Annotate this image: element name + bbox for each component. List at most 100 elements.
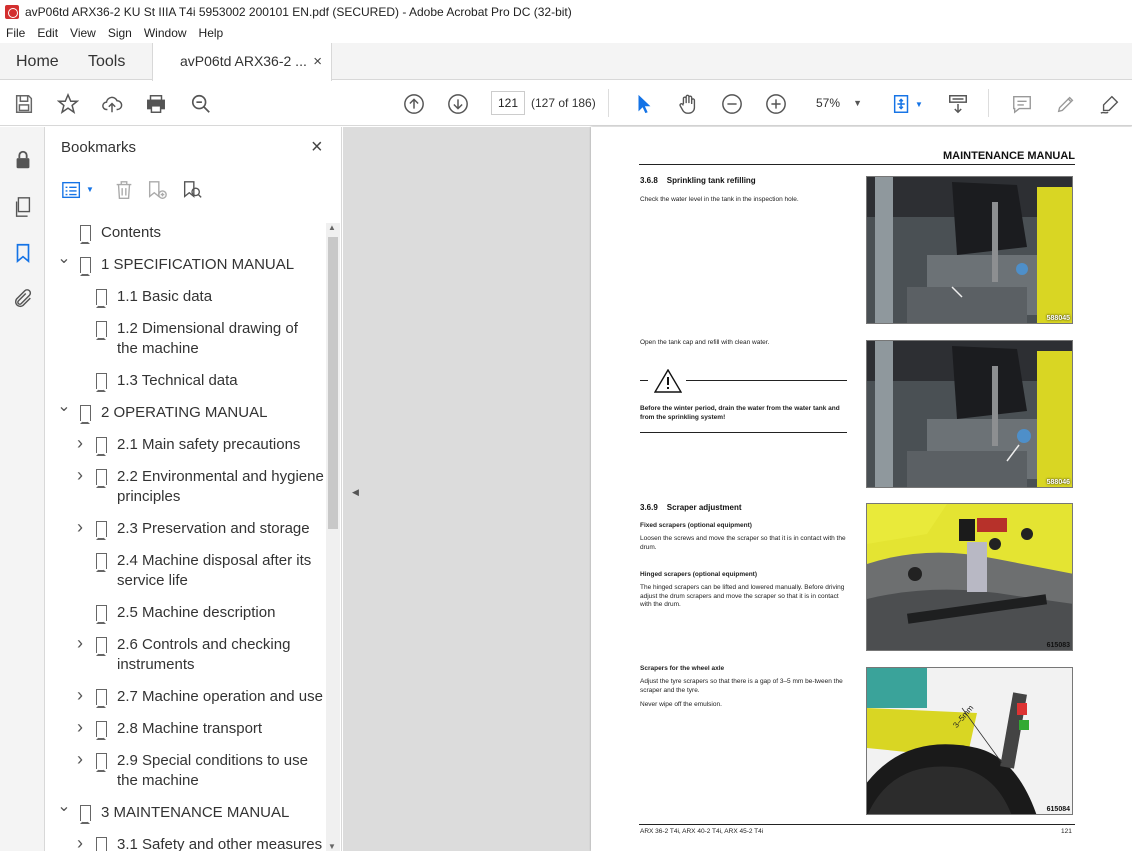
zoom-search-icon[interactable] [189, 92, 213, 116]
menu-sign[interactable]: Sign [102, 26, 138, 40]
close-tab-button[interactable]: × [313, 43, 322, 80]
bookmark-label: 2.7 Machine operation and use [117, 688, 323, 705]
section-3-6-9-title: 3.6.9 Scraper adjustment [640, 503, 742, 512]
previous-page-icon[interactable] [402, 92, 426, 116]
bookmark-item[interactable]: 2.4 Machine disposal after its service li… [45, 551, 325, 597]
chevron-down-icon[interactable]: ⌄ [57, 249, 71, 269]
bookmark-item[interactable]: › 2.3 Preservation and storage [45, 517, 325, 551]
bookmark-label-continued: the machine [117, 772, 199, 789]
next-page-icon[interactable] [446, 92, 470, 116]
chevron-down-icon[interactable]: ⌄ [57, 797, 71, 817]
chevron-down-icon[interactable]: ⌄ [57, 397, 71, 417]
lock-icon[interactable] [11, 148, 35, 172]
chevron-right-icon[interactable]: › [73, 517, 87, 537]
comment-icon[interactable] [1010, 92, 1034, 116]
fit-page-chevron-icon[interactable]: ▼ [915, 100, 923, 109]
chevron-right-icon[interactable]: › [73, 433, 87, 453]
bookmark-flag-icon [96, 553, 107, 572]
bookmark-label: 1.3 Technical data [117, 372, 238, 389]
scroll-up-arrow-icon[interactable]: ▲ [328, 223, 336, 232]
chevron-right-icon[interactable]: › [73, 685, 87, 705]
menu-edit[interactable]: Edit [31, 26, 64, 40]
bookmark-item[interactable]: › 2.7 Machine operation and use [45, 685, 325, 719]
bookmark-item[interactable]: › 2.6 Controls and checking instruments [45, 633, 325, 681]
bookmark-item[interactable]: › 2.1 Main safety precautions [45, 433, 325, 467]
paragraph: Loosen the screws and move the scraper s… [640, 535, 846, 551]
delete-bookmark-icon[interactable] [113, 179, 135, 206]
upload-cloud-icon[interactable] [100, 92, 124, 116]
bookmark-label: 3.1 Safety and other measures [117, 836, 323, 851]
bookmark-label: 2.8 Machine transport [117, 720, 263, 737]
fit-page-icon[interactable] [890, 92, 914, 116]
bookmark-item[interactable]: 2.5 Machine description [45, 603, 325, 635]
highlight-pen-icon[interactable] [1054, 92, 1078, 116]
hand-tool-icon[interactable] [676, 92, 700, 116]
bookmark-item[interactable]: 1.2 Dimensional drawing of the machine [45, 319, 325, 365]
bookmark-label-continued: instruments [117, 656, 195, 673]
print-icon[interactable] [144, 92, 168, 116]
bookmark-item[interactable]: › 2.8 Machine transport [45, 717, 325, 751]
paragraph: The hinged scrapers can be lifted and lo… [640, 584, 845, 608]
bookmark-flag-icon [96, 437, 107, 456]
bookmark-item[interactable]: ⌄ 1 SPECIFICATION MANUAL [45, 250, 325, 287]
bookmarks-scrollbar[interactable]: ▲ ▼ [326, 223, 340, 851]
photo-wheel-scraper: 3–5mm 615084 [866, 667, 1073, 815]
bookmark-item[interactable]: › 2.2 Environmental and hygiene principles [45, 465, 325, 513]
sign-pen-icon[interactable] [1098, 92, 1122, 116]
bookmark-item[interactable]: › 2.9 Special conditions to use the machin… [45, 749, 325, 797]
chevron-right-icon[interactable]: › [73, 465, 87, 485]
new-bookmark-icon[interactable] [146, 179, 168, 206]
section-3-6-8-title: 3.6.8 Sprinkling tank refilling [640, 176, 756, 185]
options-chevron-icon[interactable]: ▼ [86, 185, 94, 194]
star-icon[interactable] [56, 92, 80, 116]
scrollbar-thumb[interactable] [328, 237, 338, 529]
toolbar-divider [988, 89, 989, 117]
chevron-right-icon[interactable]: › [73, 633, 87, 653]
footer-page-number: 121 [1061, 828, 1072, 835]
tab-home[interactable]: Home [16, 43, 59, 80]
close-panel-button[interactable]: × [311, 136, 323, 159]
menu-view[interactable]: View [64, 26, 102, 40]
chevron-right-icon[interactable]: › [73, 749, 87, 769]
bookmark-item[interactable]: 1.1 Basic data [45, 287, 325, 319]
zoom-level-dropdown[interactable]: 57% ▼ [808, 91, 868, 115]
bookmark-flag-icon [96, 521, 107, 540]
bookmark-label: 2.3 Preservation and storage [117, 520, 310, 537]
left-navigation-rail [0, 127, 45, 851]
collapse-panel-icon[interactable]: ◀ [352, 487, 359, 498]
attachment-icon[interactable] [11, 287, 35, 311]
select-cursor-icon[interactable] [632, 92, 656, 116]
zoom-out-icon[interactable] [720, 92, 744, 116]
chevron-right-icon[interactable]: › [73, 717, 87, 737]
menu-help[interactable]: Help [193, 26, 230, 40]
bookmark-label: 1.2 Dimensional drawing of [117, 320, 298, 337]
scroll-down-arrow-icon[interactable]: ▼ [328, 842, 336, 851]
bookmark-item[interactable]: Contents [45, 223, 325, 255]
bookmark-item[interactable]: ⌄ 2 OPERATING MANUAL [45, 398, 325, 435]
bookmark-label: 2.1 Main safety precautions [117, 436, 301, 453]
bookmarks-toolbar: ▼ [45, 175, 342, 205]
find-bookmark-icon[interactable] [181, 179, 203, 206]
save-icon[interactable] [12, 92, 36, 116]
menu-file[interactable]: File [0, 26, 31, 40]
bookmark-options-icon[interactable] [61, 179, 83, 206]
chevron-down-icon: ▼ [853, 98, 862, 108]
chevron-right-icon[interactable]: › [73, 833, 87, 851]
menu-window[interactable]: Window [138, 26, 193, 40]
scroll-mode-icon[interactable] [946, 92, 970, 116]
tab-document[interactable]: avP06td ARX36-2 ... × [152, 43, 332, 81]
page-count: (127 of 186) [531, 96, 596, 110]
window-title: avP06td ARX36-2 KU St IIIA T4i 5953002 2… [25, 4, 572, 19]
zoom-in-icon[interactable] [764, 92, 788, 116]
bookmark-item[interactable]: ›3.1 Safety and other measuresduring mai… [45, 833, 325, 851]
bookmark-item[interactable]: ⌄ 3 MAINTENANCE MANUAL [45, 798, 325, 835]
bookmark-icon[interactable] [11, 241, 35, 265]
bookmarks-list: Contents ⌄ 1 SPECIFICATION MANUAL 1.1 Basic… [45, 223, 325, 851]
page-thumbnails-icon[interactable] [11, 195, 35, 219]
photo-number: 615083 [1046, 642, 1070, 649]
menu-bar: File Edit View Sign Window Help [0, 23, 1132, 43]
bookmark-item[interactable]: 1.3 Technical data [45, 371, 325, 403]
tab-tools[interactable]: Tools [88, 43, 125, 80]
document-viewport[interactable]: ◀ MAINTENANCE MANUAL 3.6.8 Sprinkling tan… [343, 127, 1132, 851]
page-number-input[interactable] [491, 91, 525, 115]
